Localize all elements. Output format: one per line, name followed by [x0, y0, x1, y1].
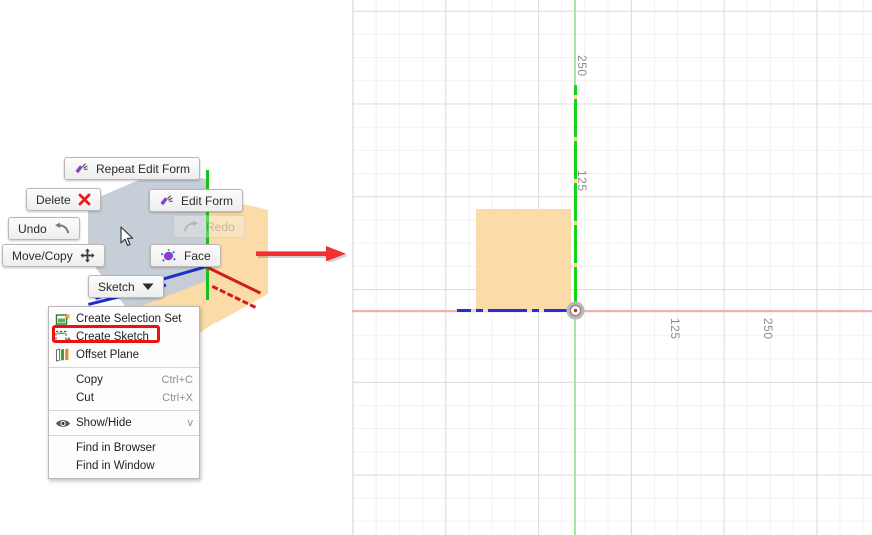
grid-major-lines: [352, 0, 872, 535]
context-menu-separator: [49, 410, 199, 411]
repeat-edit-form-label: Repeat Edit Form: [96, 161, 191, 176]
redo-arrow-icon: [183, 220, 199, 233]
x-axis-label-125: 125: [668, 318, 682, 340]
copy-icon-placeholder: [55, 373, 71, 388]
delete-x-icon: [78, 193, 91, 206]
context-menu-label: Offset Plane: [76, 349, 140, 361]
x-axis-label-250: 250: [761, 318, 775, 340]
sketch-rectangle[interactable]: [476, 209, 571, 309]
create-selection-set-icon: [55, 312, 71, 327]
context-menu-label: Find in Browser: [76, 442, 156, 454]
context-menu-label: Cut: [76, 392, 94, 404]
origin-marker[interactable]: [566, 301, 585, 320]
redo-label: Redo: [206, 219, 235, 234]
eye-icon: [55, 416, 71, 431]
context-menu-separator: [49, 367, 199, 368]
context-menu-item-create-selection-set[interactable]: Create Selection Set: [49, 310, 199, 328]
chevron-down-icon: [142, 282, 154, 291]
undo-button[interactable]: Undo: [8, 217, 80, 240]
create-sketch-icon: [55, 330, 72, 345]
context-menu-item-find-in-browser[interactable]: Find in Browser: [49, 439, 199, 457]
repeat-edit-form-icon: [74, 162, 89, 176]
viewport-left-edge: [352, 0, 353, 535]
blue-dash-dot-line[interactable]: [457, 309, 575, 312]
context-menu-label: Create Sketch: [76, 331, 149, 343]
context-menu-item-show-hide[interactable]: Show/Hide v: [49, 414, 199, 432]
move-copy-button[interactable]: Move/Copy: [2, 244, 105, 267]
context-menu-item-copy[interactable]: Copy Ctrl+C: [49, 371, 199, 389]
context-menu-item-offset-plane[interactable]: Offset Plane: [49, 346, 199, 364]
face-label: Face: [184, 248, 211, 263]
context-menu-shortcut: Ctrl+X: [162, 392, 193, 404]
undo-label: Undo: [18, 221, 47, 236]
context-menu-label: Find in Window: [76, 460, 155, 472]
context-menu-shortcut: v: [187, 417, 194, 429]
model-viewport[interactable]: Repeat Edit Form Delete Edit Form Undo R…: [0, 0, 352, 535]
y-axis-label-250: 250: [575, 55, 589, 77]
delete-label: Delete: [36, 192, 71, 207]
context-menu-label: Show/Hide: [76, 417, 132, 429]
sketch-label: Sketch: [98, 279, 135, 294]
context-menu-label: Copy: [76, 374, 103, 386]
context-menu-item-find-in-window[interactable]: Find in Window: [49, 457, 199, 475]
face-icon: [160, 248, 177, 263]
face-button[interactable]: Face: [150, 244, 221, 267]
repeat-edit-form-button[interactable]: Repeat Edit Form: [64, 157, 201, 180]
context-menu-item-create-sketch[interactable]: Create Sketch: [49, 328, 199, 346]
delete-button[interactable]: Delete: [26, 188, 101, 211]
edit-form-button[interactable]: Edit Form: [149, 189, 244, 212]
find-in-window-icon-placeholder: [55, 459, 71, 474]
cut-icon-placeholder: [55, 391, 71, 406]
move-copy-icon: [80, 248, 95, 263]
context-menu-label: Create Selection Set: [76, 313, 182, 325]
sketch-y-axis-active: [574, 85, 577, 311]
mouse-cursor-icon: [120, 226, 134, 246]
sketch-x-axis: [352, 310, 872, 312]
red-pointer-arrow: [256, 246, 348, 262]
undo-arrow-icon: [54, 222, 70, 235]
move-copy-label: Move/Copy: [12, 248, 73, 263]
context-menu-item-cut[interactable]: Cut Ctrl+X: [49, 389, 199, 407]
edit-form-icon: [159, 194, 174, 208]
y-axis-label-125: 125: [575, 170, 589, 192]
redo-button[interactable]: Redo: [173, 215, 245, 238]
context-menu-shortcut: Ctrl+C: [161, 374, 193, 386]
edit-form-label: Edit Form: [181, 193, 234, 208]
context-menu-separator: [49, 435, 199, 436]
sketch-button[interactable]: Sketch: [88, 275, 164, 298]
sketch-viewport[interactable]: 250 125 125 250: [352, 0, 872, 535]
find-in-browser-icon-placeholder: [55, 441, 71, 456]
offset-plane-icon: [55, 347, 71, 363]
context-menu[interactable]: Create Selection Set Create Sketch Offse…: [48, 306, 200, 479]
